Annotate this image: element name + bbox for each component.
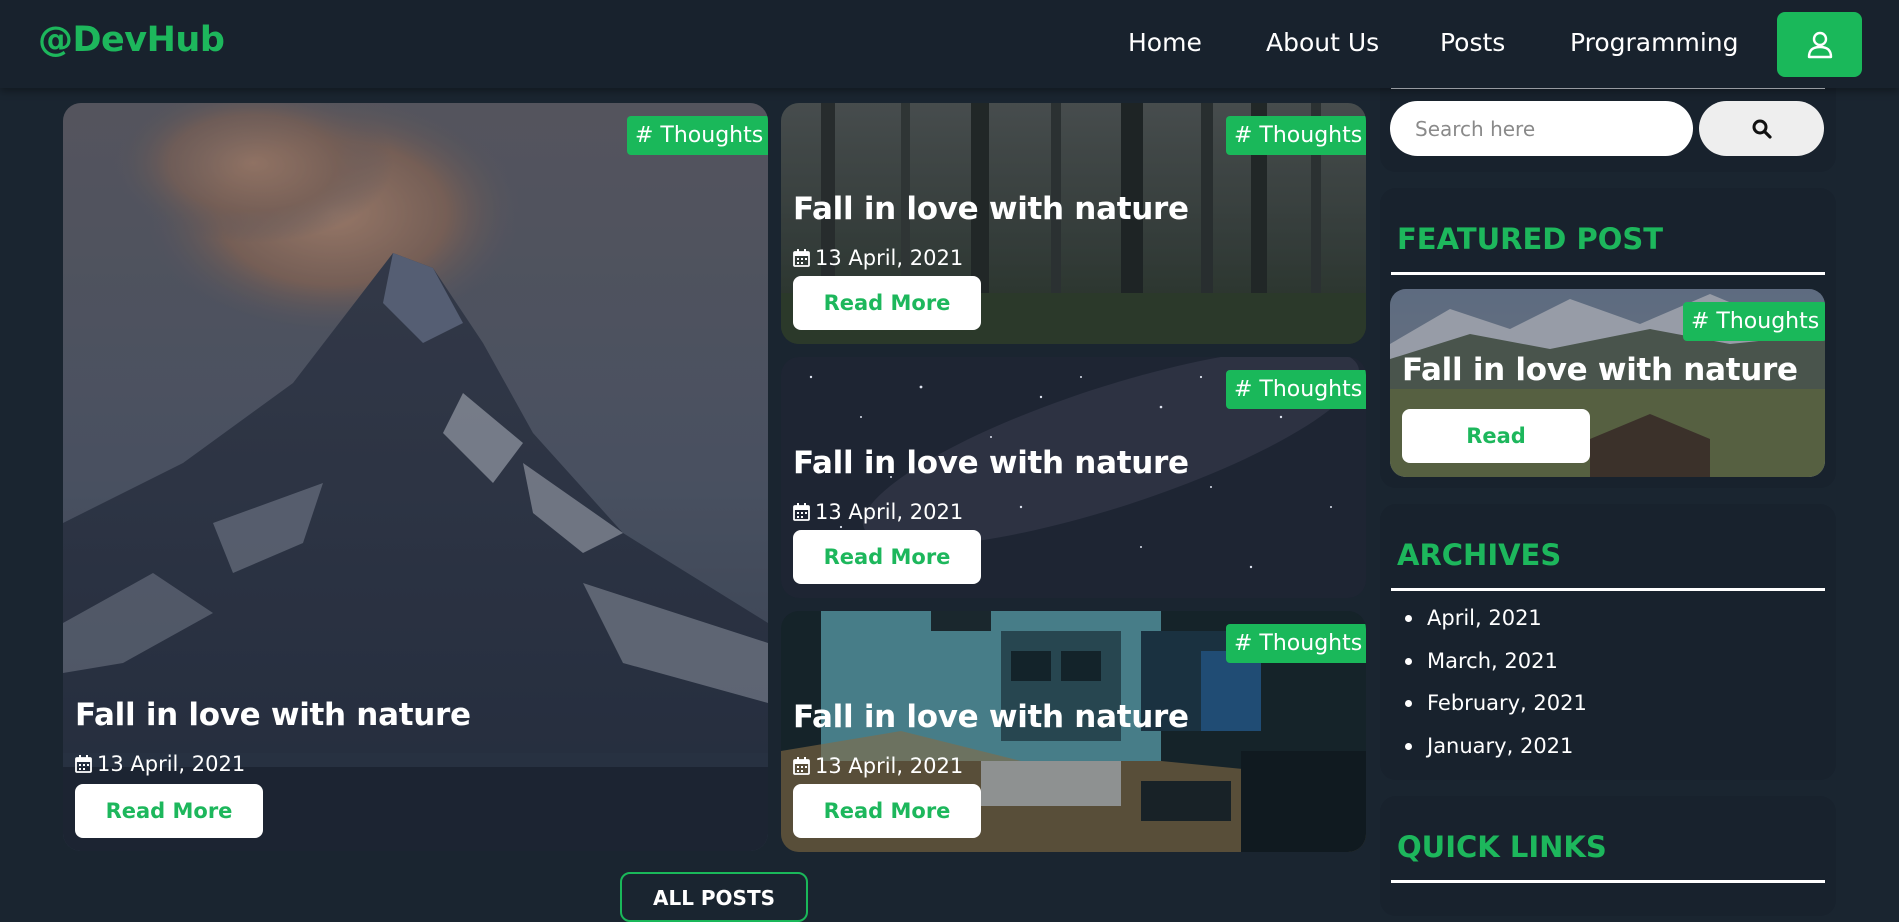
navbar: @DevHub Home About Us Posts Programming [0,0,1899,88]
archives-heading: ARCHIVES [1397,538,1562,572]
post-card-forest[interactable]: # Thoughts Fall in love with nature 13 A… [781,103,1366,344]
nav-link-home[interactable]: Home [1128,28,1202,57]
read-more-button[interactable]: Read More [793,784,981,838]
nav-link-about-us[interactable]: About Us [1266,28,1379,57]
search-icon [1752,119,1772,139]
read-more-button[interactable]: Read More [75,784,263,838]
calendar-icon [793,249,810,267]
category-tag[interactable]: # Thoughts [1226,370,1366,409]
post-date: 13 April, 2021 [75,752,245,776]
post-date: 13 April, 2021 [793,754,963,778]
user-icon [1807,31,1832,58]
post-card-large[interactable]: # Thoughts Fall in love with nature 13 A… [63,103,768,851]
calendar-icon [793,757,810,775]
user-account-button[interactable] [1777,12,1862,77]
post-card-stars[interactable]: # Thoughts Fall in love with nature 13 A… [781,357,1366,598]
featured-post-title[interactable]: Fall in love with nature [1402,352,1798,388]
post-date: 13 April, 2021 [793,246,963,270]
featured-post-card[interactable]: # Thoughts Fall in love with nature Read [1390,289,1825,477]
nav-link-programming[interactable]: Programming [1570,28,1739,57]
read-more-button[interactable]: Read More [793,530,981,584]
category-tag[interactable]: # Thoughts [627,116,768,155]
read-more-button[interactable]: Read More [793,276,981,330]
search-input[interactable] [1390,101,1693,156]
featured-post-heading: FEATURED POST [1397,222,1664,256]
nav-link-posts[interactable]: Posts [1440,28,1505,57]
archive-item-march-2021[interactable]: March, 2021 [1405,649,1558,673]
quick-links-heading: QUICK LINKS [1397,830,1607,864]
post-title[interactable]: Fall in love with nature [793,445,1189,481]
featured-read-button[interactable]: Read [1402,409,1590,463]
search-button[interactable] [1699,101,1824,156]
calendar-icon [75,755,92,773]
post-title[interactable]: Fall in love with nature [793,191,1189,227]
category-tag[interactable]: # Thoughts [1226,624,1366,663]
post-title[interactable]: Fall in love with nature [793,699,1189,735]
archive-item-january-2021[interactable]: January, 2021 [1405,734,1573,758]
quick-links-panel: QUICK LINKS [1380,796,1836,916]
all-posts-button[interactable]: ALL POSTS [620,872,808,922]
post-date: 13 April, 2021 [793,500,963,524]
category-tag[interactable]: # Thoughts [1226,116,1366,155]
brand-logo[interactable]: @DevHub [38,20,225,60]
category-tag[interactable]: # Thoughts [1683,302,1825,341]
calendar-icon [793,503,810,521]
post-card-desk[interactable]: # Thoughts Fall in love with nature 13 A… [781,611,1366,852]
archive-item-april-2021[interactable]: April, 2021 [1405,606,1542,630]
post-title[interactable]: Fall in love with nature [75,697,471,733]
archive-item-february-2021[interactable]: February, 2021 [1405,691,1587,715]
